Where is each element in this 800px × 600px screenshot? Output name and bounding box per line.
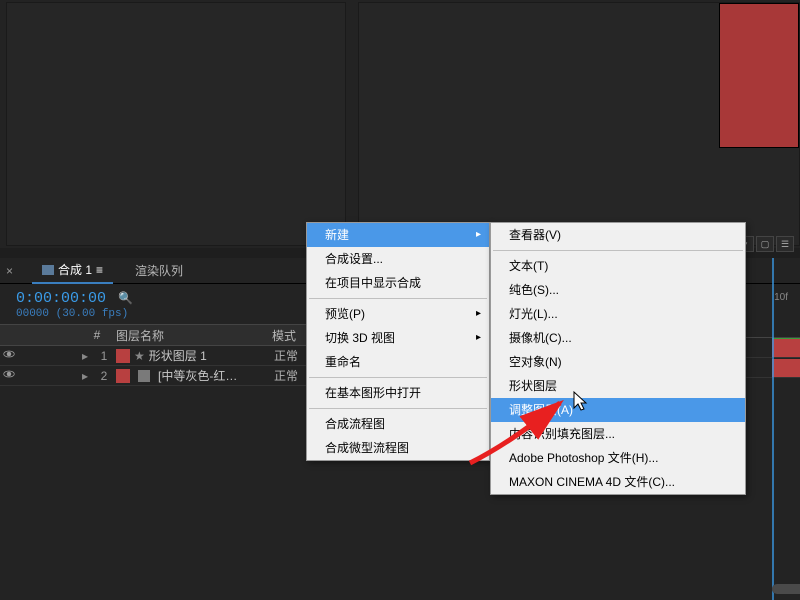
- menu-item-reveal-in-project[interactable]: 在项目中显示合成: [307, 271, 489, 295]
- menu-item-preview[interactable]: 预览(P): [307, 302, 489, 326]
- expand-toggle-icon[interactable]: ▸: [82, 369, 96, 383]
- annotation-arrow: [460, 393, 580, 473]
- layer-name-text: [中等灰色-红…: [158, 367, 237, 384]
- viewport-menu-icon[interactable]: ☰: [776, 236, 794, 252]
- layer-name-cell[interactable]: ★ 形状图层 1: [134, 347, 274, 364]
- menu-item-new[interactable]: 新建: [307, 223, 489, 247]
- cursor-pointer-icon: [572, 390, 590, 412]
- viewport-area: ▾ ▢ ☰: [0, 0, 800, 248]
- star-icon: ★: [134, 349, 145, 363]
- menu-separator: [309, 377, 487, 378]
- menu-item-null-object[interactable]: 空对象(N): [491, 350, 745, 374]
- panel-menu-icon[interactable]: ×: [6, 264, 20, 278]
- viewport-right-panel[interactable]: [358, 2, 800, 246]
- viewport-box-icon[interactable]: ▢: [756, 236, 774, 252]
- menu-item-viewer[interactable]: 查看器(V): [491, 223, 745, 247]
- layer-duration-bar[interactable]: [772, 339, 800, 357]
- menu-separator: [309, 298, 487, 299]
- blend-mode[interactable]: 正常: [274, 347, 298, 364]
- current-timecode[interactable]: 0:00:00:00: [16, 290, 106, 307]
- solid-icon: [138, 370, 150, 382]
- tab-label: 合成 1: [58, 261, 92, 278]
- visibility-toggle[interactable]: [0, 368, 18, 383]
- ruler-tick-label: 10f: [774, 292, 788, 303]
- menu-item-rename[interactable]: 重命名: [307, 350, 489, 374]
- layer-name-cell[interactable]: [中等灰色-红…: [134, 367, 274, 384]
- layer-duration-bar[interactable]: [772, 359, 800, 377]
- layer-index: 1: [96, 349, 112, 363]
- scrollbar-thumb[interactable]: [772, 584, 800, 594]
- column-layer-name[interactable]: 图层名称: [112, 327, 272, 344]
- menu-item-camera[interactable]: 摄像机(C)...: [491, 326, 745, 350]
- eye-icon: [3, 348, 15, 360]
- playhead[interactable]: [772, 258, 774, 600]
- tab-composition[interactable]: 合成 1 ≡: [32, 257, 113, 284]
- expand-toggle-icon[interactable]: ▸: [82, 349, 96, 363]
- menu-separator: [493, 250, 743, 251]
- search-icon[interactable]: 🔍: [118, 291, 133, 305]
- column-index[interactable]: #: [82, 328, 112, 342]
- viewport-left-panel[interactable]: [6, 2, 346, 246]
- layer-color-swatch[interactable]: [116, 349, 130, 363]
- visibility-toggle[interactable]: [0, 348, 18, 363]
- composition-icon: [42, 265, 54, 275]
- eye-icon: [3, 368, 15, 380]
- menu-item-light[interactable]: 灯光(L)...: [491, 302, 745, 326]
- menu-item-cinema4d-file[interactable]: MAXON CINEMA 4D 文件(C)...: [491, 470, 745, 494]
- layer-index: 2: [96, 369, 112, 383]
- menu-item-solid[interactable]: 纯色(S)...: [491, 278, 745, 302]
- menu-item-switch-3d-view[interactable]: 切换 3D 视图: [307, 326, 489, 350]
- composition-red-shape[interactable]: [719, 3, 799, 148]
- layer-search-input[interactable]: [145, 291, 205, 305]
- tab-menu-icon[interactable]: ≡: [96, 263, 103, 277]
- tab-label: 渲染队列: [135, 262, 183, 279]
- layer-name-text: 形状图层 1: [149, 347, 207, 364]
- tab-render-queue[interactable]: 渲染队列: [125, 258, 193, 283]
- menu-item-comp-settings[interactable]: 合成设置...: [307, 247, 489, 271]
- blend-mode[interactable]: 正常: [274, 367, 298, 384]
- timeline-scrollbar[interactable]: [772, 584, 792, 594]
- layer-color-swatch[interactable]: [116, 369, 130, 383]
- menu-item-text[interactable]: 文本(T): [491, 254, 745, 278]
